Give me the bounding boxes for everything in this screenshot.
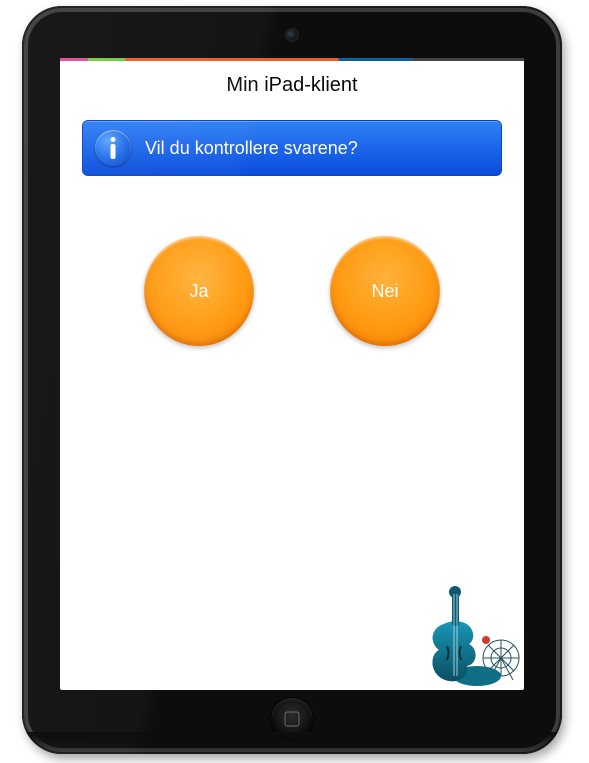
device-home-button[interactable] — [271, 698, 313, 740]
ipad-frame: Min iPad-klient Vil du kontrollere svare… — [22, 6, 562, 754]
info-banner-text: Vil du kontrollere svarene? — [145, 138, 358, 159]
app-screen: Min iPad-klient Vil du kontrollere svare… — [60, 58, 524, 690]
info-banner: Vil du kontrollere svarene? — [82, 120, 502, 176]
app-title: Min iPad-klient — [60, 74, 524, 97]
info-icon — [95, 130, 131, 166]
yes-button[interactable]: Ja — [144, 236, 254, 346]
no-button[interactable]: Nei — [330, 236, 440, 346]
corner-illustration — [389, 580, 524, 690]
answer-buttons: Ja Nei — [60, 236, 524, 346]
device-camera — [287, 30, 297, 40]
status-bar-accent — [60, 58, 524, 61]
